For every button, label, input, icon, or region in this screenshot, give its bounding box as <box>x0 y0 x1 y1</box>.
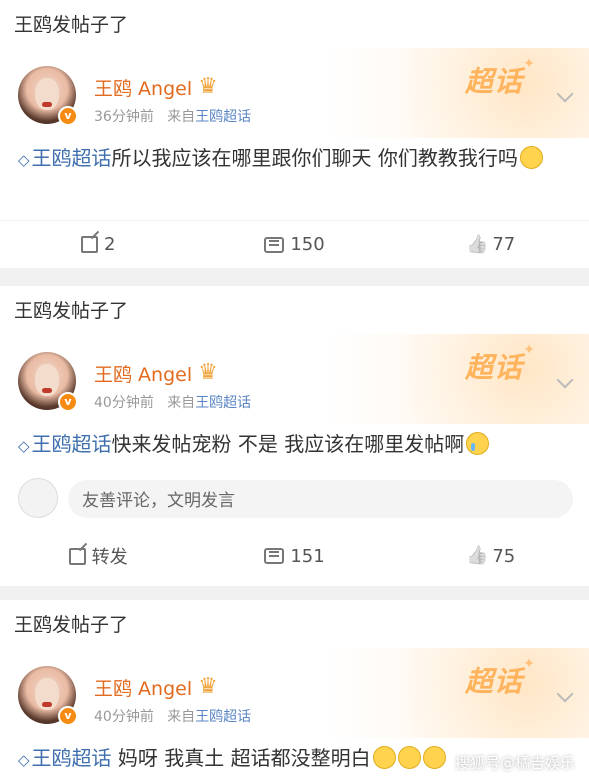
from-prefix: 来自 <box>167 109 196 125</box>
author-name[interactable]: 王鸥 Angel <box>94 360 192 387</box>
post-content: ◇ 王鸥超话所以我应该在哪里跟你们聊天 你们教教我行吗 <box>0 138 589 220</box>
post-meta: 36分钟前 来自王鸥超话 <box>94 106 251 126</box>
sparkle-icon: ✦ <box>523 342 535 358</box>
emoji-icon <box>422 746 446 769</box>
topic-link[interactable]: 王鸥超话 <box>32 432 112 456</box>
post-content: ◇ 王鸥超话快来发帖宠粉 不是 我应该在哪里发帖啊 <box>0 424 589 468</box>
topic-diamond-icon: ◇ <box>18 437 30 455</box>
share-icon <box>80 236 98 253</box>
watermark: 搜狐号@橘吉娱乐 <box>454 754 575 772</box>
chaohua-badge[interactable]: 超话 <box>465 346 523 386</box>
emoji-icon <box>372 746 396 769</box>
author-name[interactable]: 王鸥 Angel <box>94 674 192 701</box>
post-meta: 40分钟前 来自王鸥超话 <box>94 706 251 726</box>
post-meta: 40分钟前 来自王鸥超话 <box>94 392 251 412</box>
from-prefix: 来自 <box>167 709 196 725</box>
post-card-2[interactable]: 王鸥发帖子了 超话 ✦ v 王鸥 Angel 40分钟前 来自王鸥超话 ◇王鸥超… <box>0 286 589 586</box>
share-button[interactable]: 转发 <box>0 528 196 584</box>
crown-icon <box>198 360 220 385</box>
chaohua-badge[interactable]: 超话 <box>465 660 523 700</box>
comment-input[interactable]: 友善评论，文明发言 <box>68 480 573 518</box>
like-icon <box>466 546 486 566</box>
author-block: 超话 ✦ v 王鸥 Angel 40分钟前 来自王鸥超话 <box>0 334 589 424</box>
share-label: 转发 <box>91 547 128 568</box>
action-bar: 2 150 77 <box>0 220 589 268</box>
comment-icon <box>264 548 285 564</box>
comment-button[interactable]: 151 <box>196 528 392 584</box>
topic-diamond-icon: ◇ <box>18 751 30 769</box>
post-card-1[interactable]: 王鸥发帖子了 超话 ✦ v 王鸥 Angel 36分钟前 来自王鸥超话 ◇王鸥超… <box>0 0 589 268</box>
post-time: 40分钟前 <box>94 709 154 725</box>
chaohua-badge[interactable]: 超话 <box>465 60 523 100</box>
verified-v-icon: v <box>58 106 78 126</box>
author-block: 超话 ✦ v 王鸥 Angel 40分钟前 来自王鸥超话 <box>0 648 589 738</box>
share-button[interactable]: 2 <box>0 221 196 268</box>
comment-icon <box>264 236 285 253</box>
emoji-icon <box>397 746 421 769</box>
from-source-link[interactable]: 王鸥超话 <box>195 709 251 725</box>
topic-link[interactable]: 王鸥超话 <box>32 146 112 170</box>
like-count: 77 <box>492 234 516 255</box>
verified-v-icon: v <box>58 706 78 726</box>
topic-diamond-icon: ◇ <box>18 151 30 169</box>
post-time: 36分钟前 <box>94 109 154 125</box>
from-prefix: 来自 <box>167 395 196 411</box>
user-avatar <box>18 478 58 518</box>
sparkle-icon: ✦ <box>523 656 535 672</box>
like-icon <box>466 235 486 255</box>
post-header: 王鸥发帖子了 <box>14 614 129 636</box>
emoji-icon <box>519 146 543 169</box>
post-separator <box>0 586 589 600</box>
post-text: 快来发帖宠粉 不是 我应该在哪里发帖啊 <box>111 432 465 456</box>
crying-emoji-icon <box>466 432 490 455</box>
post-text: 妈呀 我真土 超话都没整明白 <box>111 746 371 770</box>
crown-icon <box>198 674 220 699</box>
comment-button[interactable]: 150 <box>196 221 392 268</box>
comment-count: 151 <box>290 545 325 567</box>
sparkle-icon: ✦ <box>523 56 535 72</box>
post-text: 所以我应该在哪里跟你们聊天 你们教教我行吗 <box>111 146 518 170</box>
from-source-link[interactable]: 王鸥超话 <box>195 109 251 125</box>
like-button[interactable]: 75 <box>393 528 589 584</box>
topic-link[interactable]: 王鸥超话 <box>32 746 112 770</box>
action-bar: 转发 151 75 <box>0 528 589 584</box>
share-count: 2 <box>103 234 116 255</box>
author-name[interactable]: 王鸥 Angel <box>94 74 192 101</box>
like-count: 75 <box>492 545 516 567</box>
share-icon <box>68 547 86 565</box>
post-header: 王鸥发帖子了 <box>14 14 129 36</box>
comment-row: 友善评论，文明发言 <box>0 468 589 528</box>
author-block: 超话 ✦ v 王鸥 Angel 36分钟前 来自王鸥超话 <box>0 48 589 138</box>
crown-icon <box>198 74 220 99</box>
verified-v-icon: v <box>58 392 78 412</box>
post-separator <box>0 268 589 286</box>
comment-count: 150 <box>290 234 325 255</box>
like-button[interactable]: 77 <box>393 221 589 268</box>
post-time: 40分钟前 <box>94 395 154 411</box>
from-source-link[interactable]: 王鸥超话 <box>195 395 251 411</box>
post-header: 王鸥发帖子了 <box>14 300 129 322</box>
